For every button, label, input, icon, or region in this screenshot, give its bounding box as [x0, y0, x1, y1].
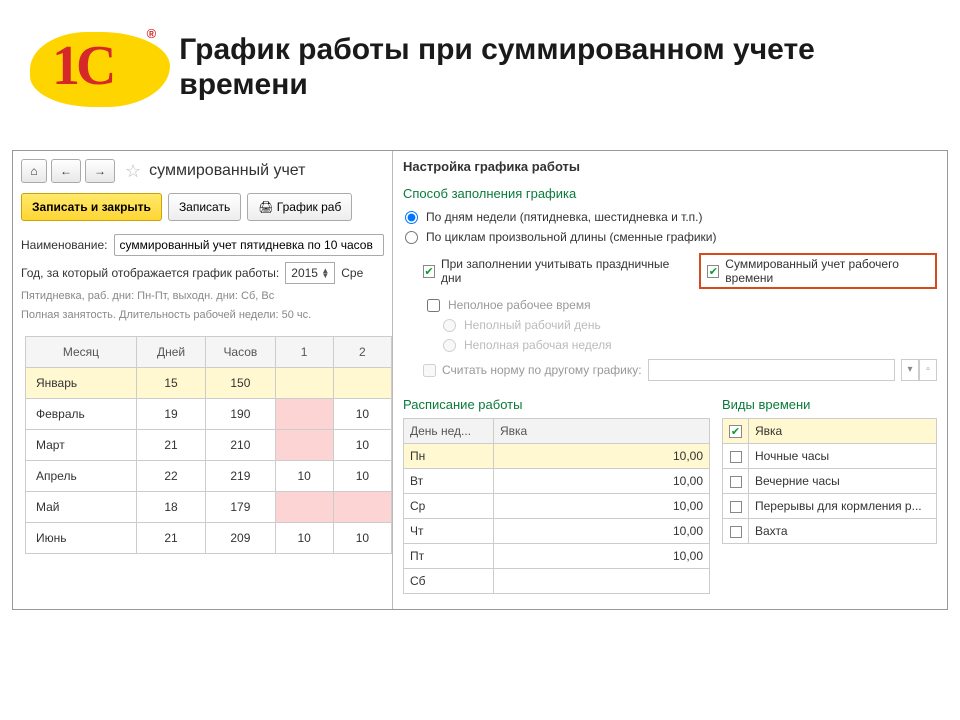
- schedule-row[interactable]: Пн10,00: [404, 444, 710, 469]
- home-button[interactable]: ⌂: [21, 159, 47, 183]
- save-button[interactable]: Записать: [168, 193, 241, 221]
- months-table[interactable]: МесяцДнейЧасов12 Январь15150Февраль19190…: [25, 336, 392, 554]
- slide-title: График работы при суммированном учете вр…: [179, 33, 920, 102]
- time-types-title: Виды времени: [722, 397, 937, 412]
- months-col-header: 2: [333, 336, 391, 367]
- schedule-title: Расписание работы: [403, 397, 710, 412]
- settings-panel-title: Настройка графика работы: [403, 159, 937, 174]
- time-type-row[interactable]: Вахта: [723, 519, 937, 544]
- year-input[interactable]: 2015 ▲▼: [285, 262, 335, 284]
- table-row[interactable]: Июнь212091010: [26, 522, 392, 553]
- print-schedule-button[interactable]: 🖨 График раб: [247, 193, 352, 221]
- months-col-header: Дней: [136, 336, 205, 367]
- check-summarized-highlighted[interactable]: ✔ Суммированный учет рабочего времени: [699, 253, 937, 289]
- norm-dropdown-icon: ▾: [901, 359, 919, 381]
- months-col-header: Часов: [206, 336, 275, 367]
- time-type-row[interactable]: Перерывы для кормления р...: [723, 494, 937, 519]
- year-label: Год, за который отображается график рабо…: [21, 266, 279, 280]
- check-holidays[interactable]: ✔ При заполнении учитывать праздничные д…: [423, 257, 669, 285]
- document-title: суммированный учет: [149, 162, 305, 180]
- schedule-row[interactable]: Вт10,00: [404, 469, 710, 494]
- logo-1c: 1C ®: [30, 20, 164, 115]
- table-row[interactable]: Апрель222191010: [26, 460, 392, 491]
- norm-label: Считать норму по другому графику:: [442, 363, 642, 377]
- checkmark-icon: ✔: [707, 265, 719, 278]
- schedule-row[interactable]: Сб: [404, 569, 710, 594]
- forward-button[interactable]: →: [85, 159, 115, 183]
- norm-schedule-input: [648, 359, 895, 381]
- check-norm-other: [423, 364, 436, 377]
- schedule-desc-line1: Пятидневка, раб. дни: Пн-Пт, выходн. дни…: [13, 287, 392, 306]
- table-row[interactable]: Февраль1919010: [26, 398, 392, 429]
- avg-label-cut: Сре: [341, 266, 363, 280]
- time-type-row[interactable]: Ночные часы: [723, 444, 937, 469]
- favorite-star-icon[interactable]: ☆: [125, 161, 141, 182]
- fill-method-title: Способ заполнения графика: [403, 186, 937, 201]
- save-and-close-button[interactable]: Записать и закрыть: [21, 193, 162, 221]
- time-type-row[interactable]: Вечерние часы: [723, 469, 937, 494]
- table-row[interactable]: Январь15150: [26, 367, 392, 398]
- time-types-grid[interactable]: ✔ЯвкаНочные часыВечерние часыПерерывы дл…: [722, 418, 937, 544]
- schedule-grid[interactable]: День нед... Явка Пн10,00Вт10,00Ср10,00Чт…: [403, 418, 710, 594]
- table-row[interactable]: Март2121010: [26, 429, 392, 460]
- time-type-row[interactable]: ✔Явка: [723, 419, 937, 444]
- year-spinner-icon[interactable]: ▲▼: [321, 268, 329, 278]
- back-button[interactable]: ←: [51, 159, 81, 183]
- norm-open-icon: ▫: [919, 359, 937, 381]
- col-attendance: Явка: [494, 419, 710, 444]
- schedule-row[interactable]: Ср10,00: [404, 494, 710, 519]
- schedule-desc-line2: Полная занятость. Длительность рабочей н…: [13, 306, 392, 325]
- checkmark-icon: ✔: [423, 265, 435, 278]
- check-parttime[interactable]: Неполное рабочее время: [425, 295, 937, 315]
- months-col-header: 1: [275, 336, 333, 367]
- name-label: Наименование:: [21, 238, 108, 252]
- name-input[interactable]: [114, 234, 384, 256]
- radio-part-day: Неполный рабочий день: [441, 315, 937, 335]
- schedule-row[interactable]: Чт10,00: [404, 519, 710, 544]
- months-col-header: Месяц: [26, 336, 137, 367]
- schedule-row[interactable]: Пт10,00: [404, 544, 710, 569]
- app-window: ⌂ ← → ☆ суммированный учет Записать и за…: [12, 150, 948, 610]
- col-weekday: День нед...: [404, 419, 494, 444]
- radio-by-cycles[interactable]: По циклам произвольной длины (сменные гр…: [403, 227, 937, 247]
- table-row[interactable]: Май18179: [26, 491, 392, 522]
- radio-by-weekdays[interactable]: По дням недели (пятидневка, шестидневка …: [403, 207, 937, 227]
- radio-part-week: Неполная рабочая неделя: [441, 335, 937, 355]
